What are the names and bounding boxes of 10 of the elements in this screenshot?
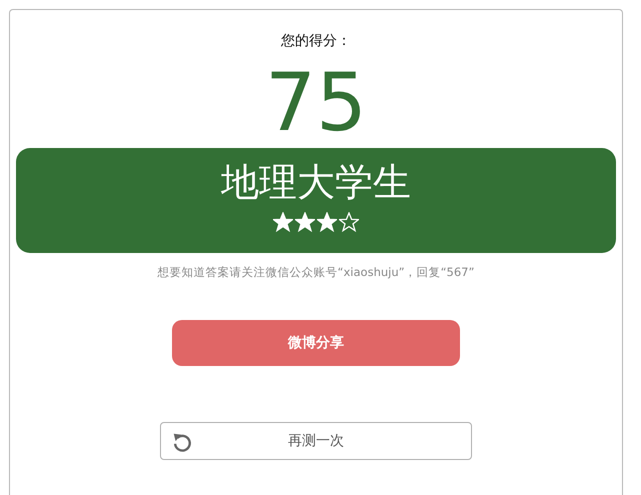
star-icon bbox=[339, 212, 359, 232]
star-icon bbox=[273, 212, 293, 232]
retry-button[interactable]: 再测一次 bbox=[160, 422, 472, 460]
star-icon bbox=[295, 212, 315, 232]
score-value: 75 bbox=[265, 60, 367, 146]
hint-text: 想要知道答案请关注微信公众账号“xiaoshuju”，回复“567” bbox=[158, 265, 474, 280]
score-heading: 您的得分： bbox=[281, 32, 351, 50]
result-title: 地理大学生 bbox=[221, 159, 411, 206]
undo-icon bbox=[171, 431, 193, 453]
star-icon bbox=[317, 212, 337, 232]
